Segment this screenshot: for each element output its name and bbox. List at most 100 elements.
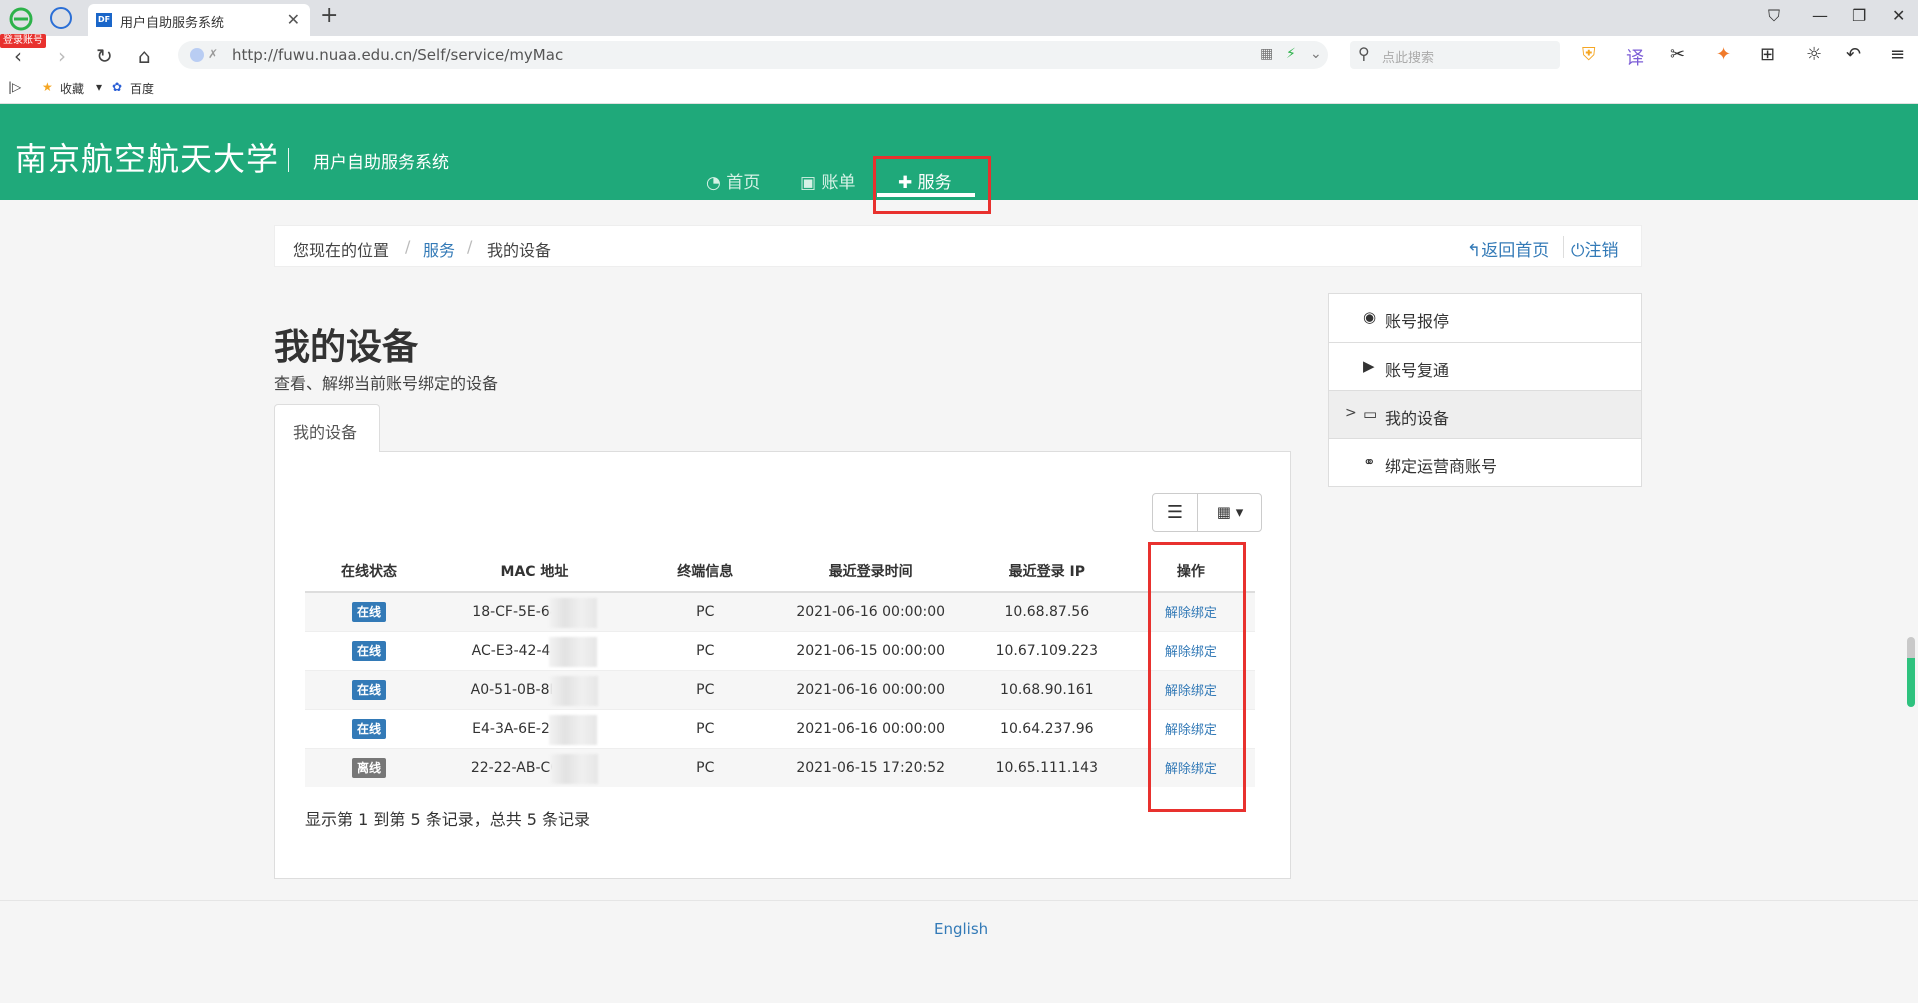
forward-icon[interactable]: › [58, 44, 66, 68]
new-tab-icon[interactable]: + [320, 3, 338, 28]
bookmarks-bar: |▷ ★ 收藏 ▾ ✿ 百度 [0, 74, 1918, 104]
browser-tab-bar: 登录账号 DF 用户自助服务系统 ✕ + ⛉ — ❐ ✕ [0, 0, 1918, 48]
sidebar-item-label: 账号报停 [1385, 312, 1450, 331]
col-mac[interactable]: MAC 地址 [433, 551, 636, 593]
status-badge: 在线 [352, 640, 387, 661]
table-header-row: 在线状态 MAC 地址 终端信息 最近登录时间 最近登录 IP 操作 [305, 551, 1255, 593]
browser-tab[interactable]: DF 用户自助服务系统 ✕ [88, 4, 310, 36]
action-cell: 解除绑定 [1126, 591, 1255, 631]
ip-cell: 10.68.90.161 [966, 669, 1127, 709]
not-secure-icon: ✗ [208, 47, 219, 61]
return-home-link[interactable]: ↰返回首页 [1467, 236, 1549, 261]
lightning-icon[interactable]: ⚡ [1286, 46, 1296, 62]
shirt-icon[interactable]: ⛉ [1768, 6, 1780, 26]
search-box[interactable]: ⚲ 点此搜索 [1350, 41, 1560, 69]
unbind-link[interactable]: 解除绑定 [1165, 684, 1217, 699]
redacted-mask [549, 636, 598, 667]
translate-icon[interactable]: 译 [1626, 44, 1644, 70]
unbind-link[interactable]: 解除绑定 [1165, 645, 1217, 660]
columns-grid-icon: ▦ [1216, 503, 1231, 521]
table-row: 在线 18-CF-5E-64 PC 2021-06-16 00:00:00 10… [305, 591, 1255, 631]
breadcrumb-service-link[interactable]: 服务 [423, 237, 455, 261]
toggle-view-button[interactable]: ☰ [1153, 494, 1198, 531]
tab-my-devices[interactable]: 我的设备 [274, 404, 380, 452]
service-sidebar: ◉ 账号报停 ▶ 账号复通 > ▭ 我的设备 ⚭ 绑定运营商账号 [1328, 293, 1642, 487]
home-icon[interactable]: ⌂ [138, 44, 151, 68]
sidebar-item-label: 绑定运营商账号 [1385, 457, 1498, 476]
devices-panel: ☰ ▦ ▾ 在线状态 MAC 地址 终端信息 最近登录时间 最近登录 IP 操作… [274, 451, 1291, 879]
star-icon: ★ [42, 80, 53, 94]
nav-bill[interactable]: ▣ 账单 [800, 168, 855, 193]
close-tab-icon[interactable]: ✕ [287, 10, 300, 29]
close-window-icon[interactable]: ✕ [1892, 6, 1905, 25]
apps-grid-icon[interactable]: ⊞ [1760, 44, 1775, 65]
url-text[interactable]: http://fuwu.nuaa.edu.cn/Self/service/myM… [232, 46, 563, 64]
action-cell: 解除绑定 [1126, 630, 1255, 670]
caret-down-icon: ▾ [1235, 503, 1244, 521]
minimize-icon[interactable]: — [1812, 6, 1828, 25]
school-name[interactable]: 南京航空航天大学 [15, 134, 279, 180]
baidu-icon: ✿ [112, 80, 123, 94]
time-cell: 2021-06-15 00:00:00 [774, 630, 967, 670]
col-status[interactable]: 在线状态 [305, 551, 434, 593]
power-icon: ⏻ [1571, 241, 1585, 261]
mac-cell: 18-CF-5E-64 [433, 591, 636, 631]
table-row: 在线 A0-51-0B-8D PC 2021-06-16 00:00:00 10… [305, 669, 1255, 709]
sidebar-item-resume-account[interactable]: ▶ 账号复通 [1329, 342, 1641, 390]
col-action[interactable]: 操作 [1126, 551, 1255, 593]
col-terminal[interactable]: 终端信息 [635, 551, 775, 593]
page-scrollbar[interactable] [1907, 637, 1915, 707]
time-cell: 2021-06-16 00:00:00 [774, 669, 967, 709]
security-icon[interactable] [190, 48, 204, 62]
ip-cell: 10.65.111.143 [966, 747, 1127, 787]
chevron-down-icon[interactable]: ⌄ [1310, 46, 1322, 62]
sidebar-item-my-devices[interactable]: > ▭ 我的设备 [1329, 390, 1641, 438]
extension-shield-icon[interactable]: ⛨ [1582, 44, 1596, 65]
game-icon[interactable]: ✦ [1716, 44, 1731, 65]
breadcrumb: 您现在的位置 / 服务 / 我的设备 ↰返回首页 ⏻注销 [274, 225, 1642, 267]
status-cell: 离线 [305, 747, 434, 787]
login-badge[interactable]: 登录账号 [0, 34, 46, 48]
redacted-mask [548, 597, 597, 628]
redacted-mask [550, 753, 599, 784]
time-cell: 2021-06-15 17:20:52 [774, 747, 967, 787]
table-row: 离线 22-22-AB-CC PC 2021-06-15 17:20:52 10… [305, 747, 1255, 787]
bookmark-favorites[interactable]: 收藏 [60, 80, 84, 97]
menu-icon[interactable]: ≡ [1890, 44, 1905, 65]
reload-icon[interactable]: ↻ [96, 44, 113, 68]
browser-logo-icon[interactable] [8, 6, 36, 32]
brightness-icon[interactable]: ☼ [1806, 44, 1822, 65]
terminal-cell: PC [635, 630, 775, 670]
url-field[interactable]: ✗ http://fuwu.nuaa.edu.cn/Self/service/m… [178, 41, 1328, 69]
site-header: 南京航空航天大学 用户自助服务系统 ◔ 首页 ▣ 账单 ✚ 服务 [0, 104, 1918, 214]
qr-code-icon[interactable]: ▦ [1260, 46, 1273, 62]
status-cell: 在线 [305, 630, 434, 670]
language-english-link[interactable]: English [934, 920, 988, 938]
bookmark-baidu[interactable]: 百度 [130, 80, 154, 97]
bookmark-dropdown-icon[interactable]: ▾ [96, 80, 102, 94]
unbind-link[interactable]: 解除绑定 [1165, 606, 1217, 621]
action-cell: 解除绑定 [1126, 669, 1255, 709]
time-cell: 2021-06-16 00:00:00 [774, 591, 967, 631]
columns-button[interactable]: ▦ ▾ [1199, 494, 1261, 531]
unbind-link[interactable]: 解除绑定 [1165, 762, 1217, 777]
col-last-login-ip[interactable]: 最近登录 IP [966, 551, 1127, 593]
unbind-link[interactable]: 解除绑定 [1165, 723, 1217, 738]
undo-icon[interactable]: ↶ [1846, 44, 1861, 65]
highlight-box-service [873, 156, 991, 214]
header-divider [288, 148, 289, 172]
scissors-icon[interactable]: ✂ [1670, 44, 1685, 65]
logout-link[interactable]: ⏻注销 [1571, 236, 1618, 261]
time-cell: 2021-06-16 00:00:00 [774, 708, 967, 748]
search-placeholder: 点此搜索 [1382, 51, 1435, 66]
navigation-icon[interactable] [50, 7, 72, 29]
sidebar-item-suspend-account[interactable]: ◉ 账号报停 [1329, 294, 1641, 342]
sidebar-toggle-icon[interactable]: |▷ [8, 80, 21, 94]
col-last-login-time[interactable]: 最近登录时间 [774, 551, 967, 593]
nav-home[interactable]: ◔ 首页 [706, 168, 760, 193]
restore-icon[interactable]: ❐ [1852, 6, 1866, 25]
sidebar-item-bind-carrier[interactable]: ⚭ 绑定运营商账号 [1329, 438, 1641, 486]
search-icon: ⚲ [1358, 44, 1370, 63]
status-cell: 在线 [305, 591, 434, 631]
laptop-icon: ▭ [1363, 405, 1378, 423]
